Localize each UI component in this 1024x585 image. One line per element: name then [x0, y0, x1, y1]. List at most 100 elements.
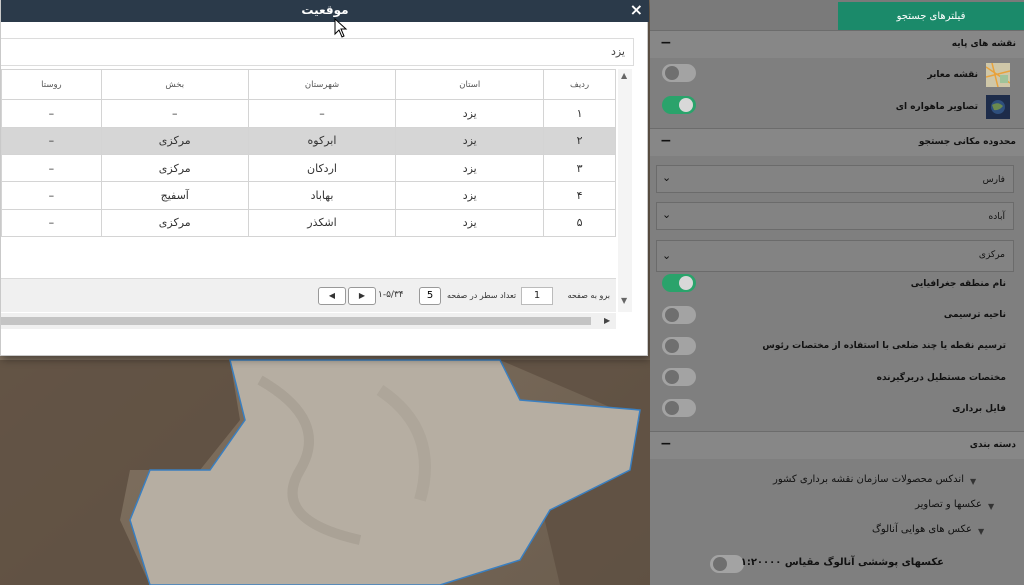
toggle-satellite[interactable] — [662, 96, 696, 114]
section-title: محدوده مکانی جستجو — [918, 137, 1016, 147]
prev-page-button[interactable]: ◀ — [318, 287, 346, 305]
collapse-icon[interactable]: − — [660, 436, 672, 452]
cell-village: – — [1, 126, 102, 156]
table-row[interactable]: ۵ یزد اشکذر مرکزی – — [1, 208, 616, 238]
street-map-thumbnail — [986, 63, 1010, 87]
table-row[interactable]: ۴ یزد بهاباد آسفیج – — [1, 181, 616, 210]
street-map-label: نقشه معابر — [927, 70, 978, 80]
satellite-label: تصاویر ماهواره ای — [895, 102, 978, 112]
cell-district: – — [100, 99, 249, 128]
filters-panel: فیلترهای جستجو نقشه های پایه − نقشه معاب… — [650, 0, 1024, 585]
column-header-county[interactable]: شهرستان — [247, 68, 397, 101]
cell-district: مرکزی — [100, 154, 249, 183]
chevron-left-icon: ◀ — [328, 291, 336, 300]
vector-file-label: فایل برداری — [952, 404, 1006, 414]
chevron-down-icon: ⌄ — [662, 208, 672, 221]
scroll-up-icon[interactable]: ▲ — [621, 71, 627, 80]
cell-county: ابرکوه — [247, 126, 397, 156]
cell-index: ۱ — [543, 99, 616, 128]
section-category[interactable]: دسته بندی − — [650, 431, 1024, 459]
table-row[interactable]: ۲ یزد ابرکوه مرکزی – — [1, 126, 616, 156]
goto-page-label: برو به صفحه — [567, 291, 610, 300]
chevron-down-icon: ⌄ — [662, 171, 672, 184]
scrollbar-thumb[interactable] — [1, 317, 591, 325]
cell-province: یزد — [395, 154, 545, 183]
section-spatial-extent[interactable]: محدوده مکانی جستجو − — [650, 128, 1024, 156]
next-page-button[interactable]: ▶ — [348, 287, 376, 305]
toggle-bounding-rectangle[interactable] — [662, 368, 696, 386]
province-select[interactable]: فارس ⌄ — [656, 165, 1014, 193]
tree-item-photos[interactable]: عکسها و تصاویر — [915, 499, 982, 510]
section-base-maps[interactable]: نقشه های پایه − — [650, 30, 1024, 58]
county-select[interactable]: آباده ⌄ — [656, 202, 1014, 230]
rows-per-page-select[interactable]: 5 — [419, 287, 441, 305]
geographic-name-label: نام منطقه جغرافیایی — [910, 279, 1006, 289]
horizontal-scrollbar[interactable]: ▶ — [1, 313, 616, 329]
table-row[interactable]: ۱ یزد – – – — [1, 99, 616, 128]
chevron-right-icon: ▶ — [358, 291, 366, 300]
cell-province: یزد — [395, 208, 545, 238]
cell-province: یزد — [395, 126, 545, 156]
table-row[interactable]: ۳ یزد اردکان مرکزی – — [1, 154, 616, 183]
cell-village: – — [1, 208, 102, 238]
draw-by-coordinates-label: ترسیم نقطه یا چند ضلعی با استفاده از مخت… — [762, 341, 1006, 351]
cell-district: آسفیج — [100, 181, 249, 210]
toggle-drawn-area[interactable] — [662, 306, 696, 324]
cell-county: بهاباد — [247, 181, 397, 210]
drawn-area-label: ناحیه ترسیمی — [943, 310, 1006, 320]
tree-expand-icon[interactable]: ▼ — [978, 527, 984, 536]
tab-search-filters[interactable]: فیلترهای جستجو — [838, 2, 1024, 31]
results-table: ردیف استان شهرستان بخش روستا ۱ یزد – – –… — [1, 68, 616, 278]
collapse-icon[interactable]: − — [660, 35, 672, 51]
cell-county: – — [247, 99, 397, 128]
cell-province: یزد — [395, 99, 545, 128]
cell-village: – — [1, 154, 102, 183]
tree-expand-icon[interactable]: ▼ — [988, 502, 994, 511]
toggle-draw-by-coordinates[interactable] — [662, 337, 696, 355]
tree-expand-icon[interactable]: ▼ — [970, 477, 976, 486]
location-dialog: موقعیت × یزد ردیف استان شهرستان بخش روست… — [0, 0, 649, 356]
section-title: دسته بندی — [969, 440, 1016, 450]
search-box[interactable]: یزد — [1, 38, 634, 66]
goto-page-input[interactable]: 1 — [521, 287, 553, 305]
analog-coverage-label: عکسهای پوششی آنالوگ مقیاس ۱:۲۰۰۰۰ — [740, 557, 944, 568]
tree-item-survey-index[interactable]: اندکس محصولات سازمان نقشه برداری کشور — [773, 474, 964, 485]
toggle-geographic-name[interactable] — [662, 274, 696, 292]
province-select-value: فارس — [982, 175, 1005, 185]
cell-index: ۳ — [543, 154, 616, 183]
table-header-row: ردیف استان شهرستان بخش روستا — [1, 68, 616, 101]
scroll-down-icon[interactable]: ▼ — [621, 296, 627, 305]
close-icon[interactable]: × — [630, 1, 643, 19]
cell-county: اشکذر — [247, 208, 397, 238]
dialog-title: موقعیت — [301, 3, 349, 17]
panel-tab-bar: فیلترهای جستجو — [650, 0, 1024, 31]
toggle-street-map[interactable] — [662, 64, 696, 82]
scroll-right-icon[interactable]: ▶ — [604, 316, 610, 325]
toggle-vector-file[interactable] — [662, 399, 696, 417]
cell-village: – — [1, 99, 102, 128]
tree-item-analog-aerial[interactable]: عکس های هوایی آنالوگ — [872, 524, 972, 535]
cell-district: مرکزی — [100, 126, 249, 156]
column-header-village[interactable]: روستا — [1, 68, 102, 101]
toggle-analog-coverage[interactable] — [710, 555, 744, 573]
rows-per-page-label: تعداد سطر در صفحه — [447, 291, 517, 300]
pager: برو به صفحه 1 تعداد سطر در صفحه 5 ۱-۵/۳۴… — [1, 278, 616, 312]
district-select-value: مرکزی — [978, 250, 1005, 260]
county-select-value: آباده — [988, 212, 1005, 222]
cell-index: ۲ — [543, 126, 616, 156]
page-range-text: ۱-۵/۳۴ — [378, 290, 404, 300]
search-input[interactable]: یزد — [611, 45, 625, 58]
cell-index: ۴ — [543, 181, 616, 210]
vertical-scrollbar[interactable]: ▲ ▼ — [618, 69, 632, 312]
mouse-cursor-icon — [334, 18, 348, 38]
district-select[interactable]: مرکزی ⌄ — [656, 240, 1014, 272]
satellite-thumbnail — [986, 95, 1010, 119]
section-title: نقشه های پایه — [951, 39, 1016, 49]
column-header-district[interactable]: بخش — [100, 68, 249, 101]
table-empty-space — [2, 237, 616, 278]
column-header-province[interactable]: استان — [395, 68, 545, 101]
collapse-icon[interactable]: − — [660, 133, 672, 149]
column-header-index[interactable]: ردیف — [543, 68, 616, 101]
dialog-titlebar[interactable]: موقعیت × — [1, 0, 649, 22]
cell-index: ۵ — [543, 208, 616, 238]
